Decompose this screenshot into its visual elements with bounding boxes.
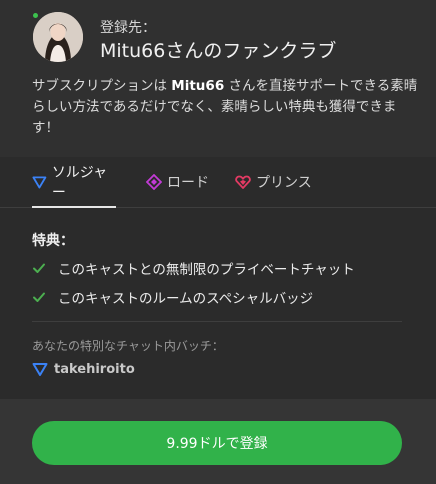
- diamond-icon: [146, 174, 162, 190]
- tab-prince[interactable]: プリンス: [235, 157, 315, 207]
- subscription-panel: 登録先： Mitu66さんのファンクラブ サブスクリプションは Mitu66 さ…: [0, 0, 436, 484]
- creator-name: Mitu66: [171, 78, 225, 94]
- perk-text: このキャストとの無制限のプライベートチャット: [58, 262, 355, 278]
- triangle-down-icon: [32, 176, 47, 189]
- tab-label: ソルジャー: [51, 165, 108, 201]
- check-icon: [33, 263, 45, 273]
- tab-label: ロード: [167, 175, 209, 191]
- perk-item: このキャストとの無制限のプライベートチャット: [32, 258, 355, 278]
- badge-label: あなたの特別なチャット内バッチ：: [32, 339, 224, 353]
- footer: 9.99ドルで登録: [0, 399, 436, 484]
- heart-gem-icon: [235, 175, 251, 189]
- subscribe-button[interactable]: 9.99ドルで登録: [32, 421, 402, 465]
- tab-soldier[interactable]: ソルジャー: [32, 157, 116, 208]
- perk-text: このキャストのルームのスペシャルバッジ: [58, 291, 314, 307]
- badge-username: takehiroito: [54, 361, 135, 377]
- tab-lord[interactable]: ロード: [146, 157, 216, 207]
- perks-title: 特典：: [32, 233, 74, 249]
- tier-tabs: ソルジャー ロード プリンス: [0, 157, 436, 208]
- header: 登録先： Mitu66さんのファンクラブ サブスクリプションは Mitu66 さ…: [0, 0, 436, 157]
- perk-item: このキャストのルームのスペシャルバッジ: [32, 287, 313, 307]
- divider: [32, 321, 402, 322]
- triangle-down-icon: [32, 363, 48, 376]
- check-icon: [33, 292, 45, 302]
- badge-preview: takehiroito: [32, 361, 135, 377]
- description: サブスクリプションは Mitu66 さんを直接サポートできる素晴らしい方法である…: [32, 78, 418, 136]
- tab-label: プリンス: [256, 175, 312, 191]
- club-name: Mitu66さんのファンクラブ: [100, 40, 337, 62]
- avatar: [33, 12, 83, 62]
- destination-label: 登録先：: [100, 20, 156, 36]
- online-status-dot: [33, 13, 38, 18]
